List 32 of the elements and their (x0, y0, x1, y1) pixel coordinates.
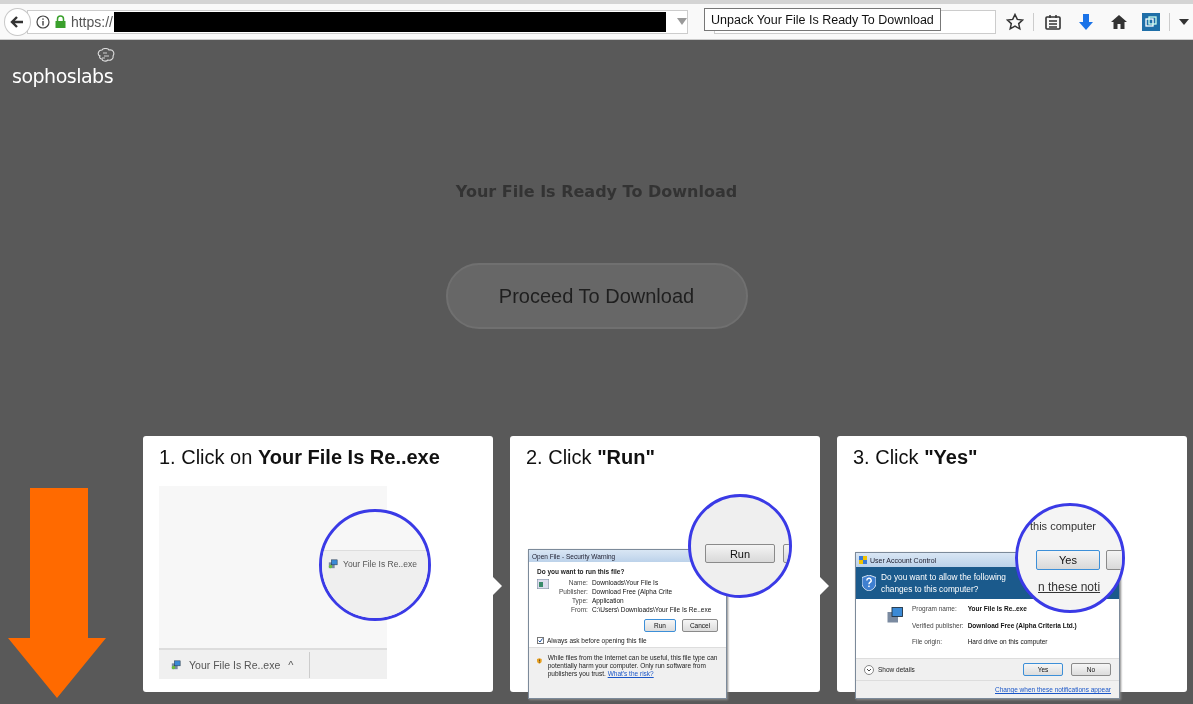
back-icon[interactable] (9, 13, 26, 30)
partial-button[interactable] (1106, 550, 1122, 570)
dropdown-icon[interactable] (676, 18, 687, 25)
installer-icon (886, 605, 904, 625)
download-file-name: Your File Is Re..exe (189, 658, 281, 671)
run-button[interactable]: Run (705, 544, 775, 563)
url-text: https:// (70, 13, 113, 30)
step-title: 2. Click "Run" (526, 446, 655, 469)
dialog-question: Do you want to allow the following (881, 572, 1006, 582)
address-bar[interactable]: https:// (26, 9, 688, 34)
yes-button[interactable]: Yes (1036, 550, 1100, 570)
dialog-question: changes to this computer? (881, 584, 980, 594)
installer-icon (171, 659, 181, 670)
step-title: 3. Click "Yes" (853, 446, 978, 469)
step-title: 1. Click on Your File Is Re..exe (159, 446, 440, 469)
magnified-text: this computer (1030, 520, 1097, 532)
download-file-name: Your File Is Re..exe (343, 559, 417, 569)
back-button[interactable] (4, 7, 31, 36)
lock-icon[interactable] (54, 15, 66, 28)
shield-icon (859, 556, 867, 564)
brain-icon (96, 48, 116, 64)
logo[interactable]: sophoslabs (12, 66, 114, 86)
installer-icon (328, 559, 338, 569)
caret-icon: ^ (288, 658, 294, 671)
checkbox[interactable] (537, 637, 544, 644)
chevron-down-icon[interactable] (864, 664, 874, 675)
tooltip: Unpack Your File Is Ready To Download (704, 8, 941, 31)
application-icon (537, 579, 549, 589)
info-icon[interactable] (35, 14, 50, 29)
down-arrow-icon (8, 488, 106, 698)
question-shield-icon (862, 575, 876, 591)
notifications-link[interactable]: n these noti (1038, 580, 1101, 594)
